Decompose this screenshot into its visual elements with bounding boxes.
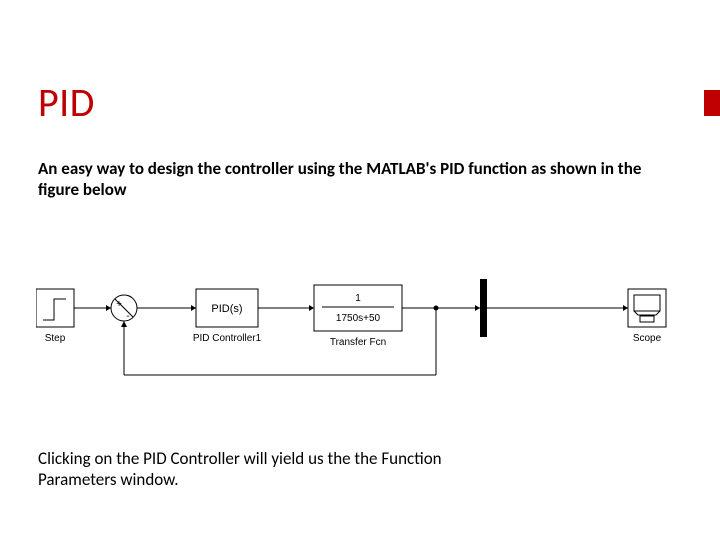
pid-block-text: PID(s) [211,303,242,315]
arrow-step-to-sum [74,305,111,311]
step-label: Step [45,333,66,344]
mux-bar [480,279,487,337]
transfer-fcn-block: 1 1750s+50 Transfer Fcn [314,285,402,348]
accent-bar [704,90,720,116]
slide: PID An easy way to design the controller… [0,0,720,540]
step-block: Step [36,289,74,344]
arrow-pid-to-tf [258,305,314,311]
sum-plus: + [116,299,122,310]
arrow-mux-to-scope [487,305,628,311]
pid-label: PID Controller1 [193,333,262,344]
scope-label: Scope [633,333,662,344]
tf-numerator: 1 [355,293,361,304]
arrow-tf-to-mux [402,305,480,311]
tf-denominator: 1750s+50 [336,313,381,324]
arrow-sum-to-pid [137,305,196,311]
intro-text: An easy way to design the controller usi… [38,158,658,201]
tf-label: Transfer Fcn [330,337,386,348]
simulink-diagram: Step + - PID(s) P [36,265,686,395]
slide-title: PID [38,78,95,127]
outro-text: Clicking on the PID Controller will yiel… [38,448,458,491]
sum-minus: - [126,311,129,322]
scope-block: Scope [628,289,666,344]
pid-block: PID(s) PID Controller1 [193,289,262,344]
sum-junction: + - [111,295,137,322]
